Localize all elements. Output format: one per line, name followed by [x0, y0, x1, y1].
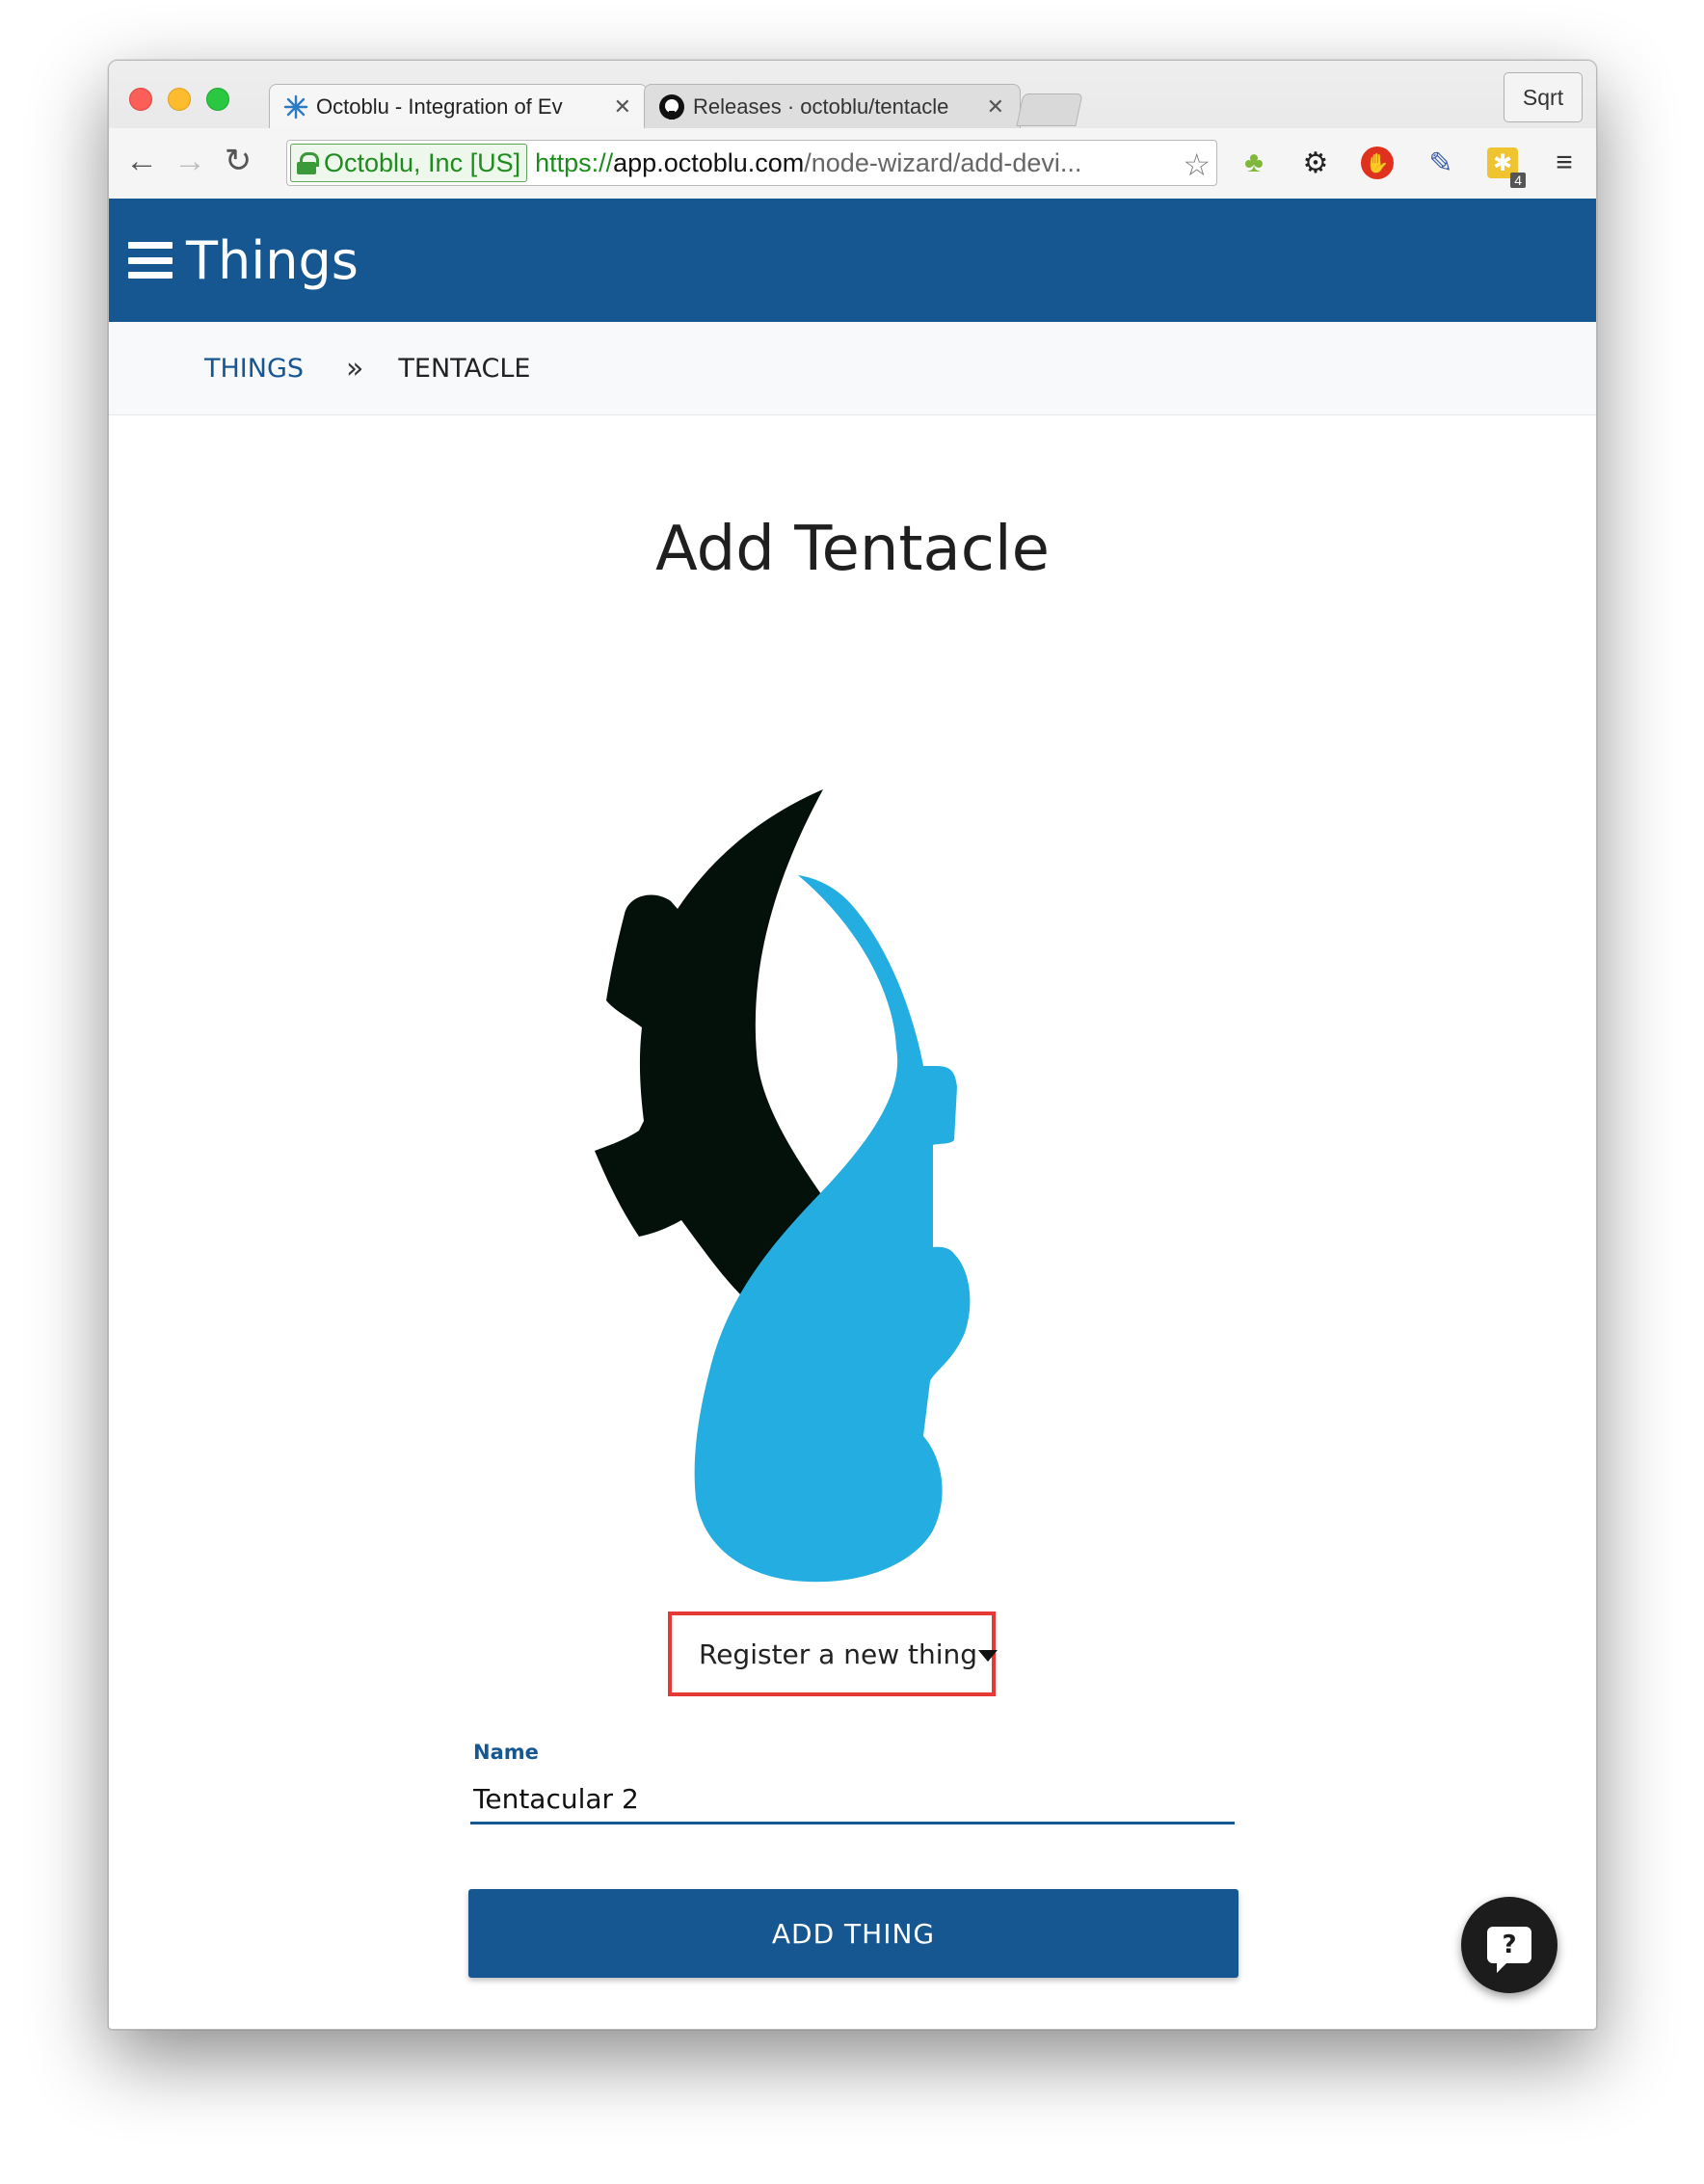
- ev-certificate-badge[interactable]: Octoblu, Inc [US]: [290, 144, 528, 182]
- address-bar[interactable]: Octoblu, Inc [US] https://app.octoblu.co…: [286, 140, 1217, 186]
- close-tab-icon[interactable]: ✕: [614, 94, 631, 120]
- chevron-down-icon: [978, 1650, 998, 1662]
- browser-tab-octoblu[interactable]: Octoblu - Integration of Ev ✕: [269, 84, 648, 128]
- lock-icon: [297, 152, 319, 174]
- extension-badge-count: 4: [1510, 173, 1526, 188]
- tree-icon[interactable]: ♣: [1233, 142, 1275, 184]
- page-title: Add Tentacle: [654, 514, 1051, 585]
- back-arrow-icon[interactable]: ←: [122, 142, 161, 180]
- eyedropper-icon[interactable]: ✎: [1420, 142, 1462, 184]
- puzzle-icon[interactable]: ✱ 4: [1481, 142, 1526, 188]
- tab-title: Octoblu - Integration of Ev: [316, 93, 563, 119]
- browser-tab-releases[interactable]: Releases · octoblu/tentacle ✕: [644, 84, 1021, 128]
- new-tab-button[interactable]: [1016, 93, 1083, 126]
- bookmark-star-icon[interactable]: ☆: [1183, 146, 1211, 183]
- name-field-label: Name: [473, 1741, 539, 1764]
- minimize-window-button[interactable]: [168, 88, 191, 111]
- add-thing-button[interactable]: ADD THING: [468, 1889, 1238, 1978]
- menu-icon[interactable]: ≡: [1543, 142, 1585, 184]
- gear-icon[interactable]: ⚙: [1294, 142, 1337, 184]
- browser-window: Octoblu - Integration of Ev ✕ Releases ·…: [108, 60, 1597, 2030]
- breadcrumb: THINGS » TENTACLE: [109, 322, 1596, 415]
- breadcrumb-current: TENTACLE: [398, 353, 531, 384]
- stop-hand-icon[interactable]: ✋: [1356, 142, 1398, 184]
- url-path: /node-wizard/add-devi...: [804, 147, 1082, 177]
- register-thing-select[interactable]: Register a new thing: [668, 1611, 998, 1696]
- ev-org-label: Octoblu, Inc [US]: [324, 147, 521, 177]
- screenshot-stage: Octoblu - Integration of Ev ✕ Releases ·…: [0, 0, 1704, 2184]
- forward-arrow-icon[interactable]: →: [171, 142, 209, 180]
- app-header: Things: [109, 199, 1596, 322]
- hamburger-menu-icon[interactable]: [128, 242, 173, 279]
- breadcrumb-separator-icon: »: [346, 351, 364, 386]
- close-window-button[interactable]: [129, 88, 152, 111]
- breadcrumb-link-things[interactable]: THINGS: [204, 354, 304, 384]
- reload-icon[interactable]: ↻: [219, 142, 257, 180]
- zoom-window-button[interactable]: [206, 88, 229, 111]
- url-host: app.octoblu.com: [613, 147, 805, 177]
- tentacle-logo: [572, 716, 1034, 1612]
- name-field[interactable]: [470, 1776, 1235, 1824]
- tab-title: Releases · octoblu/tentacle: [693, 93, 949, 119]
- browser-toolbar: ← → ↻ Octoblu, Inc [US] https://app.octo…: [109, 128, 1596, 199]
- help-button[interactable]: ?: [1461, 1897, 1558, 1993]
- help-chat-icon: ?: [1487, 1927, 1531, 1973]
- close-tab-icon[interactable]: ✕: [987, 94, 1004, 120]
- octoblu-favicon-icon: [283, 94, 308, 119]
- profile-button[interactable]: Sqrt: [1504, 72, 1583, 122]
- page-section-title: Things: [186, 229, 359, 291]
- browser-chrome: Octoblu - Integration of Ev ✕ Releases ·…: [109, 61, 1596, 199]
- register-thing-select-value: Register a new thing: [699, 1638, 978, 1670]
- url-scheme: https://: [535, 147, 614, 177]
- github-favicon-icon: [659, 93, 684, 120]
- tentacle-logo-graphic: [595, 789, 971, 1583]
